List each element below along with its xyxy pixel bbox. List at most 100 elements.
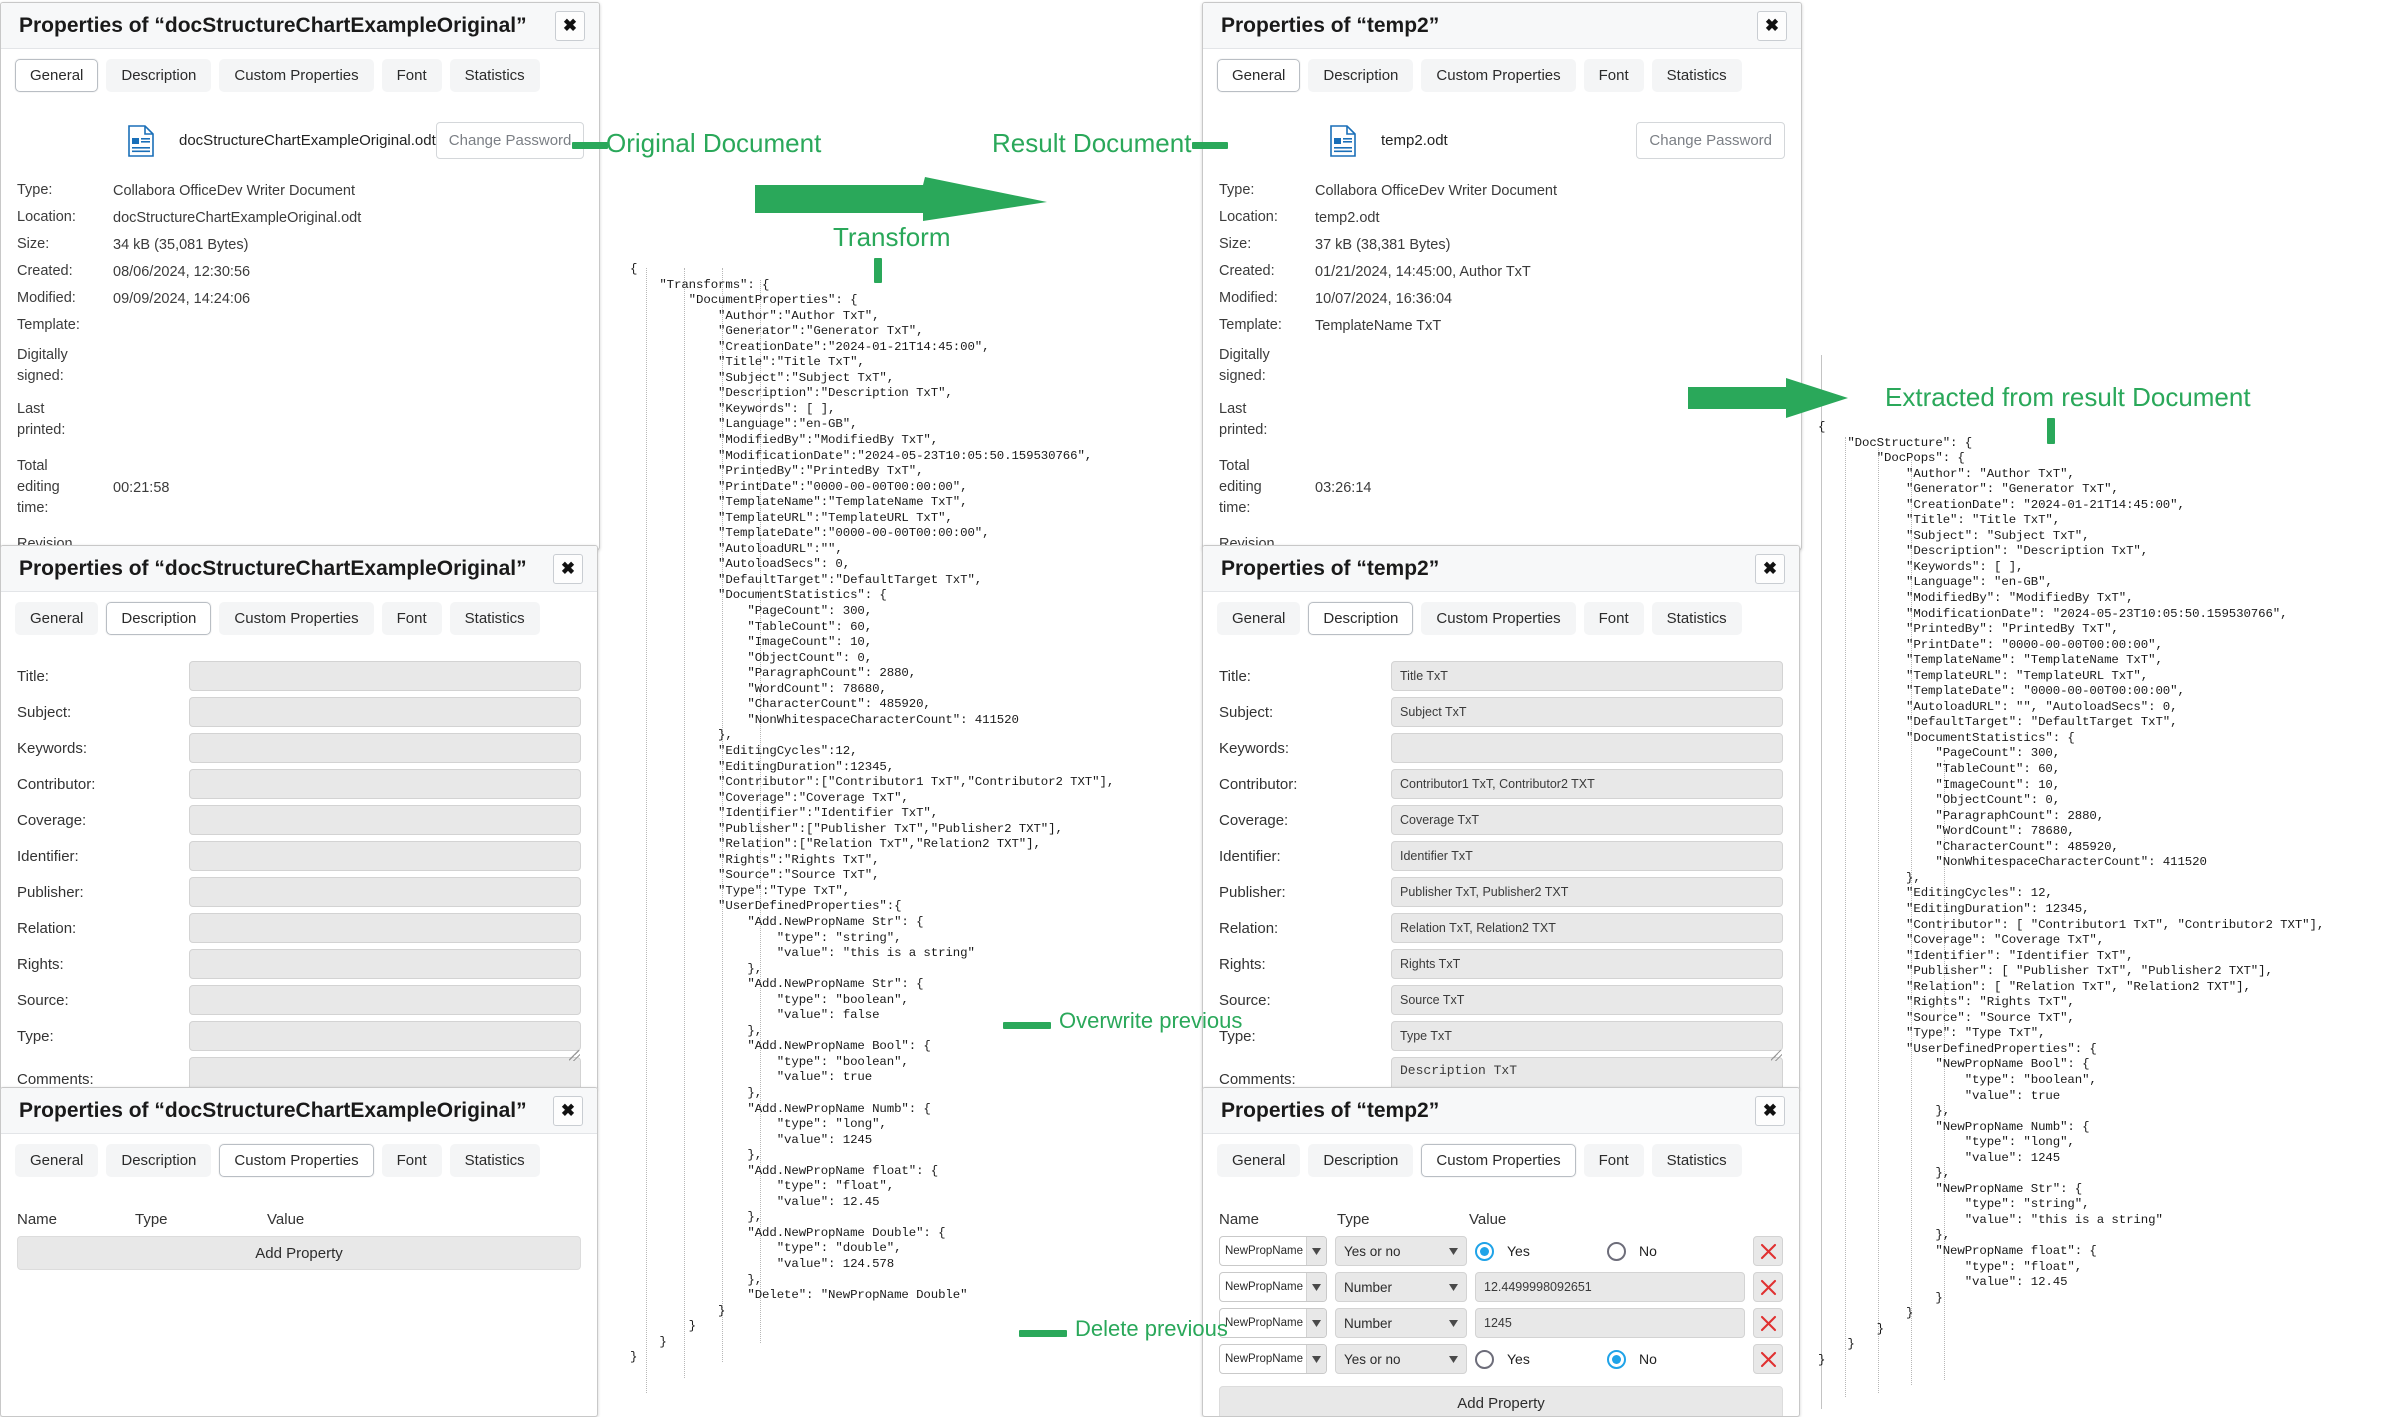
publisher-input[interactable]: Publisher TxT, Publisher2 TXT	[1391, 877, 1783, 907]
tab-statistics[interactable]: Statistics	[450, 602, 540, 635]
property-type-select[interactable]: Number	[1335, 1272, 1467, 1302]
coverage-input[interactable]	[189, 805, 581, 835]
tab-font[interactable]: Font	[1584, 602, 1644, 635]
rights-input[interactable]	[189, 949, 581, 979]
tab-general[interactable]: General	[1217, 602, 1300, 635]
tab-general[interactable]: General	[1217, 1144, 1300, 1177]
property-value-input[interactable]: 12.4499998092651	[1475, 1272, 1745, 1302]
textarea-resize-grip[interactable]	[569, 1050, 580, 1061]
comments-textarea[interactable]: Description TxT	[1391, 1057, 1783, 1090]
tab-font[interactable]: Font	[382, 1144, 442, 1177]
close-icon[interactable]: ✖	[1755, 554, 1785, 584]
tab-statistics[interactable]: Statistics	[450, 59, 540, 92]
subject-input[interactable]: Subject TxT	[1391, 697, 1783, 727]
rights-input[interactable]: Rights TxT	[1391, 949, 1783, 979]
keywords-input[interactable]	[1391, 733, 1783, 763]
tabstrip[interactable]: General Description Custom Properties Fo…	[1203, 49, 1801, 100]
identifier-input[interactable]: Identifier TxT	[1391, 841, 1783, 871]
delete-property-button[interactable]	[1753, 1344, 1783, 1374]
source-input[interactable]: Source TxT	[1391, 985, 1783, 1015]
property-value-radiogroup[interactable]: Yes No	[1475, 1242, 1745, 1261]
property-type-select[interactable]: Yes or no	[1335, 1236, 1467, 1266]
close-icon[interactable]: ✖	[1755, 1096, 1785, 1126]
tabstrip[interactable]: General Description Custom Properties Fo…	[1203, 1134, 1799, 1185]
tab-font[interactable]: Font	[382, 59, 442, 92]
property-name-combo[interactable]: NewPropName Bool	[1219, 1236, 1327, 1266]
type-input[interactable]: Type TxT	[1391, 1021, 1783, 1051]
tab-general[interactable]: General	[15, 602, 98, 635]
tab-general[interactable]: General	[15, 59, 98, 92]
property-name-combo[interactable]: NewPropName Str	[1219, 1344, 1327, 1374]
chevron-down-icon[interactable]	[1449, 1284, 1458, 1291]
keywords-input[interactable]	[189, 733, 581, 763]
tab-statistics[interactable]: Statistics	[1652, 602, 1742, 635]
tab-statistics[interactable]: Statistics	[1652, 59, 1742, 92]
close-icon[interactable]: ✖	[1757, 11, 1787, 41]
title-input[interactable]: Title TxT	[1391, 661, 1783, 691]
tab-custom-properties[interactable]: Custom Properties	[219, 1144, 373, 1177]
source-input[interactable]	[189, 985, 581, 1015]
delete-property-button[interactable]	[1753, 1236, 1783, 1266]
property-name-combo[interactable]: NewPropName float	[1219, 1272, 1327, 1302]
radio-option-no[interactable]: No	[1607, 1242, 1739, 1261]
close-icon[interactable]: ✖	[553, 1096, 583, 1126]
tabstrip[interactable]: General Description Custom Properties Fo…	[1, 49, 599, 100]
dialog-original-general[interactable]: Properties of “docStructureChartExampleO…	[0, 2, 600, 550]
chevron-down-icon[interactable]	[1449, 1356, 1458, 1363]
subject-input[interactable]	[189, 697, 581, 727]
radio-option-yes[interactable]: Yes	[1475, 1350, 1607, 1369]
close-icon[interactable]: ✖	[555, 11, 585, 41]
tab-statistics[interactable]: Statistics	[450, 1144, 540, 1177]
chevron-down-icon[interactable]	[1306, 1273, 1326, 1301]
table-row[interactable]: NewPropName Numb Number 1245	[1219, 1308, 1783, 1338]
tab-custom-properties[interactable]: Custom Properties	[219, 602, 373, 635]
add-property-button[interactable]: Add Property	[1219, 1386, 1783, 1417]
radio-yes-icon[interactable]	[1475, 1350, 1494, 1369]
close-icon[interactable]: ✖	[553, 554, 583, 584]
coverage-input[interactable]: Coverage TxT	[1391, 805, 1783, 835]
property-type-select[interactable]: Number	[1335, 1308, 1467, 1338]
title-input[interactable]	[189, 661, 581, 691]
table-row[interactable]: NewPropName Str Yes or no Yes No	[1219, 1344, 1783, 1374]
tabstrip[interactable]: General Description Custom Properties Fo…	[1, 592, 597, 643]
tab-description[interactable]: Description	[1308, 602, 1413, 635]
dialog-temp2-general[interactable]: Properties of “temp2” ✖ General Descript…	[1202, 2, 1802, 550]
tab-description[interactable]: Description	[106, 59, 211, 92]
textarea-resize-grip[interactable]	[1771, 1050, 1782, 1061]
delete-property-button[interactable]	[1753, 1308, 1783, 1338]
radio-option-no[interactable]: No	[1607, 1350, 1739, 1369]
identifier-input[interactable]	[189, 841, 581, 871]
add-property-button[interactable]: Add Property	[17, 1236, 581, 1270]
tab-font[interactable]: Font	[382, 602, 442, 635]
dialog-temp2-custom-properties[interactable]: Properties of “temp2” ✖ General Descript…	[1202, 1087, 1800, 1417]
publisher-input[interactable]	[189, 877, 581, 907]
delete-property-button[interactable]	[1753, 1272, 1783, 1302]
tab-font[interactable]: Font	[1584, 1144, 1644, 1177]
tabstrip[interactable]: General Description Custom Properties Fo…	[1203, 592, 1799, 643]
radio-no-icon[interactable]	[1607, 1242, 1626, 1261]
chevron-down-icon[interactable]	[1306, 1237, 1326, 1265]
radio-no-icon[interactable]	[1607, 1350, 1626, 1369]
property-value-input[interactable]: 1245	[1475, 1308, 1745, 1338]
tab-custom-properties[interactable]: Custom Properties	[1421, 59, 1575, 92]
chevron-down-icon[interactable]	[1449, 1248, 1458, 1255]
tab-general[interactable]: General	[15, 1144, 98, 1177]
chevron-down-icon[interactable]	[1306, 1309, 1326, 1337]
contributor-input[interactable]: Contributor1 TxT, Contributor2 TXT	[1391, 769, 1783, 799]
dialog-temp2-description[interactable]: Properties of “temp2” ✖ General Descript…	[1202, 545, 1800, 1090]
tab-description[interactable]: Description	[106, 602, 211, 635]
change-password-button[interactable]: Change Password	[1636, 122, 1785, 159]
relation-input[interactable]	[189, 913, 581, 943]
tab-custom-properties[interactable]: Custom Properties	[1421, 1144, 1575, 1177]
change-password-button[interactable]: Change Password	[436, 122, 585, 159]
property-name-combo[interactable]: NewPropName Numb	[1219, 1308, 1327, 1338]
tab-statistics[interactable]: Statistics	[1652, 1144, 1742, 1177]
chevron-down-icon[interactable]	[1449, 1320, 1458, 1327]
type-input[interactable]	[189, 1021, 581, 1051]
table-row[interactable]: NewPropName Bool Yes or no Yes No	[1219, 1236, 1783, 1266]
dialog-original-description[interactable]: Properties of “docStructureChartExampleO…	[0, 545, 598, 1090]
property-value-radiogroup[interactable]: Yes No	[1475, 1350, 1745, 1369]
tab-description[interactable]: Description	[106, 1144, 211, 1177]
radio-option-yes[interactable]: Yes	[1475, 1242, 1607, 1261]
chevron-down-icon[interactable]	[1306, 1345, 1326, 1373]
